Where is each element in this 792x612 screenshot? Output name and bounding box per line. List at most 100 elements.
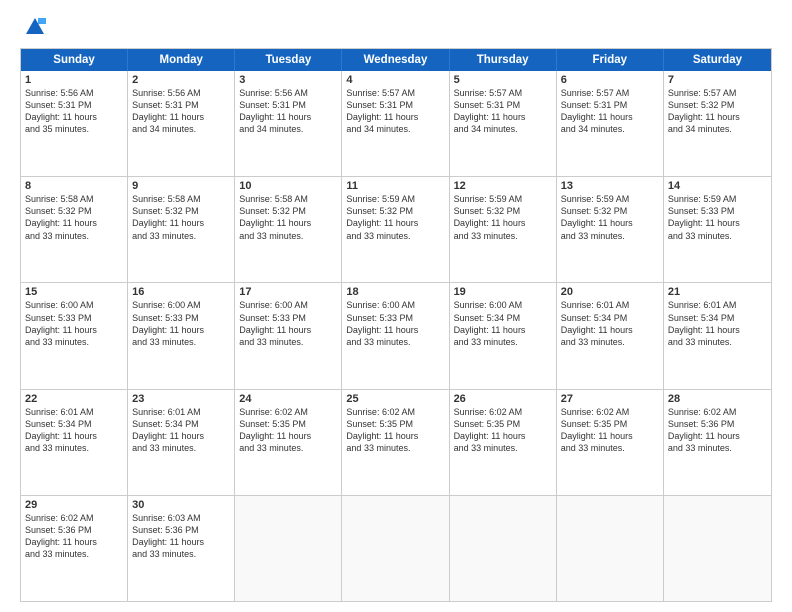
header-day-saturday: Saturday: [664, 49, 771, 71]
logo: [20, 16, 46, 38]
day-number: 15: [25, 286, 123, 298]
calendar-cell: 6Sunrise: 5:57 AM Sunset: 5:31 PM Daylig…: [557, 71, 664, 176]
calendar-cell: 3Sunrise: 5:56 AM Sunset: 5:31 PM Daylig…: [235, 71, 342, 176]
calendar-cell: 19Sunrise: 6:00 AM Sunset: 5:34 PM Dayli…: [450, 283, 557, 388]
calendar-cell: 17Sunrise: 6:00 AM Sunset: 5:33 PM Dayli…: [235, 283, 342, 388]
header-day-tuesday: Tuesday: [235, 49, 342, 71]
calendar-cell: 5Sunrise: 5:57 AM Sunset: 5:31 PM Daylig…: [450, 71, 557, 176]
calendar-cell: 13Sunrise: 5:59 AM Sunset: 5:32 PM Dayli…: [557, 177, 664, 282]
day-number: 17: [239, 286, 337, 298]
day-number: 19: [454, 286, 552, 298]
calendar-cell: [557, 496, 664, 601]
day-number: 3: [239, 74, 337, 86]
day-number: 24: [239, 393, 337, 405]
day-details: Sunrise: 5:57 AM Sunset: 5:32 PM Dayligh…: [668, 87, 767, 136]
calendar-cell: 26Sunrise: 6:02 AM Sunset: 5:35 PM Dayli…: [450, 390, 557, 495]
day-details: Sunrise: 6:00 AM Sunset: 5:33 PM Dayligh…: [25, 299, 123, 348]
day-details: Sunrise: 6:01 AM Sunset: 5:34 PM Dayligh…: [132, 406, 230, 455]
calendar-cell: 11Sunrise: 5:59 AM Sunset: 5:32 PM Dayli…: [342, 177, 449, 282]
day-details: Sunrise: 5:58 AM Sunset: 5:32 PM Dayligh…: [239, 193, 337, 242]
calendar-row-2: 15Sunrise: 6:00 AM Sunset: 5:33 PM Dayli…: [21, 282, 771, 388]
day-details: Sunrise: 6:02 AM Sunset: 5:35 PM Dayligh…: [454, 406, 552, 455]
calendar-cell: 29Sunrise: 6:02 AM Sunset: 5:36 PM Dayli…: [21, 496, 128, 601]
calendar-cell: 24Sunrise: 6:02 AM Sunset: 5:35 PM Dayli…: [235, 390, 342, 495]
header-day-monday: Monday: [128, 49, 235, 71]
day-number: 14: [668, 180, 767, 192]
day-number: 25: [346, 393, 444, 405]
day-details: Sunrise: 5:57 AM Sunset: 5:31 PM Dayligh…: [346, 87, 444, 136]
calendar-cell: 16Sunrise: 6:00 AM Sunset: 5:33 PM Dayli…: [128, 283, 235, 388]
day-number: 2: [132, 74, 230, 86]
calendar-cell: 18Sunrise: 6:00 AM Sunset: 5:33 PM Dayli…: [342, 283, 449, 388]
calendar-body: 1Sunrise: 5:56 AM Sunset: 5:31 PM Daylig…: [21, 71, 771, 601]
day-details: Sunrise: 5:59 AM Sunset: 5:33 PM Dayligh…: [668, 193, 767, 242]
calendar-cell: 23Sunrise: 6:01 AM Sunset: 5:34 PM Dayli…: [128, 390, 235, 495]
calendar-cell: 9Sunrise: 5:58 AM Sunset: 5:32 PM Daylig…: [128, 177, 235, 282]
calendar-cell: 22Sunrise: 6:01 AM Sunset: 5:34 PM Dayli…: [21, 390, 128, 495]
day-details: Sunrise: 5:59 AM Sunset: 5:32 PM Dayligh…: [454, 193, 552, 242]
calendar-row-0: 1Sunrise: 5:56 AM Sunset: 5:31 PM Daylig…: [21, 71, 771, 176]
day-number: 9: [132, 180, 230, 192]
day-number: 18: [346, 286, 444, 298]
day-details: Sunrise: 5:57 AM Sunset: 5:31 PM Dayligh…: [454, 87, 552, 136]
calendar-cell: 25Sunrise: 6:02 AM Sunset: 5:35 PM Dayli…: [342, 390, 449, 495]
calendar-cell: 27Sunrise: 6:02 AM Sunset: 5:35 PM Dayli…: [557, 390, 664, 495]
calendar-cell: 21Sunrise: 6:01 AM Sunset: 5:34 PM Dayli…: [664, 283, 771, 388]
day-details: Sunrise: 6:02 AM Sunset: 5:35 PM Dayligh…: [561, 406, 659, 455]
day-number: 30: [132, 499, 230, 511]
calendar-cell: 4Sunrise: 5:57 AM Sunset: 5:31 PM Daylig…: [342, 71, 449, 176]
day-details: Sunrise: 5:58 AM Sunset: 5:32 PM Dayligh…: [25, 193, 123, 242]
day-number: 29: [25, 499, 123, 511]
calendar: SundayMondayTuesdayWednesdayThursdayFrid…: [20, 48, 772, 602]
day-details: Sunrise: 6:02 AM Sunset: 5:36 PM Dayligh…: [668, 406, 767, 455]
calendar-row-1: 8Sunrise: 5:58 AM Sunset: 5:32 PM Daylig…: [21, 176, 771, 282]
header-day-thursday: Thursday: [450, 49, 557, 71]
day-details: Sunrise: 6:02 AM Sunset: 5:35 PM Dayligh…: [346, 406, 444, 455]
day-number: 13: [561, 180, 659, 192]
day-number: 21: [668, 286, 767, 298]
day-details: Sunrise: 5:56 AM Sunset: 5:31 PM Dayligh…: [25, 87, 123, 136]
calendar-row-4: 29Sunrise: 6:02 AM Sunset: 5:36 PM Dayli…: [21, 495, 771, 601]
calendar-cell: [664, 496, 771, 601]
day-number: 22: [25, 393, 123, 405]
calendar-cell: 14Sunrise: 5:59 AM Sunset: 5:33 PM Dayli…: [664, 177, 771, 282]
calendar-cell: 7Sunrise: 5:57 AM Sunset: 5:32 PM Daylig…: [664, 71, 771, 176]
calendar-header: SundayMondayTuesdayWednesdayThursdayFrid…: [21, 49, 771, 71]
calendar-cell: 30Sunrise: 6:03 AM Sunset: 5:36 PM Dayli…: [128, 496, 235, 601]
header: [20, 16, 772, 38]
day-details: Sunrise: 5:59 AM Sunset: 5:32 PM Dayligh…: [561, 193, 659, 242]
day-number: 5: [454, 74, 552, 86]
day-details: Sunrise: 6:02 AM Sunset: 5:35 PM Dayligh…: [239, 406, 337, 455]
day-number: 23: [132, 393, 230, 405]
calendar-cell: 2Sunrise: 5:56 AM Sunset: 5:31 PM Daylig…: [128, 71, 235, 176]
day-details: Sunrise: 6:00 AM Sunset: 5:33 PM Dayligh…: [132, 299, 230, 348]
header-day-friday: Friday: [557, 49, 664, 71]
day-details: Sunrise: 6:00 AM Sunset: 5:33 PM Dayligh…: [346, 299, 444, 348]
calendar-cell: 15Sunrise: 6:00 AM Sunset: 5:33 PM Dayli…: [21, 283, 128, 388]
day-number: 20: [561, 286, 659, 298]
logo-icon: [24, 16, 46, 38]
day-details: Sunrise: 6:03 AM Sunset: 5:36 PM Dayligh…: [132, 512, 230, 561]
day-details: Sunrise: 6:01 AM Sunset: 5:34 PM Dayligh…: [25, 406, 123, 455]
day-number: 6: [561, 74, 659, 86]
day-details: Sunrise: 5:58 AM Sunset: 5:32 PM Dayligh…: [132, 193, 230, 242]
day-details: Sunrise: 6:02 AM Sunset: 5:36 PM Dayligh…: [25, 512, 123, 561]
calendar-cell: [450, 496, 557, 601]
header-day-wednesday: Wednesday: [342, 49, 449, 71]
calendar-cell: 28Sunrise: 6:02 AM Sunset: 5:36 PM Dayli…: [664, 390, 771, 495]
day-number: 4: [346, 74, 444, 86]
day-details: Sunrise: 6:01 AM Sunset: 5:34 PM Dayligh…: [561, 299, 659, 348]
day-details: Sunrise: 6:00 AM Sunset: 5:34 PM Dayligh…: [454, 299, 552, 348]
day-number: 27: [561, 393, 659, 405]
calendar-cell: 10Sunrise: 5:58 AM Sunset: 5:32 PM Dayli…: [235, 177, 342, 282]
day-details: Sunrise: 5:59 AM Sunset: 5:32 PM Dayligh…: [346, 193, 444, 242]
calendar-cell: [342, 496, 449, 601]
day-number: 16: [132, 286, 230, 298]
calendar-cell: 1Sunrise: 5:56 AM Sunset: 5:31 PM Daylig…: [21, 71, 128, 176]
day-number: 12: [454, 180, 552, 192]
day-number: 7: [668, 74, 767, 86]
day-number: 8: [25, 180, 123, 192]
day-details: Sunrise: 6:00 AM Sunset: 5:33 PM Dayligh…: [239, 299, 337, 348]
calendar-row-3: 22Sunrise: 6:01 AM Sunset: 5:34 PM Dayli…: [21, 389, 771, 495]
calendar-cell: 20Sunrise: 6:01 AM Sunset: 5:34 PM Dayli…: [557, 283, 664, 388]
